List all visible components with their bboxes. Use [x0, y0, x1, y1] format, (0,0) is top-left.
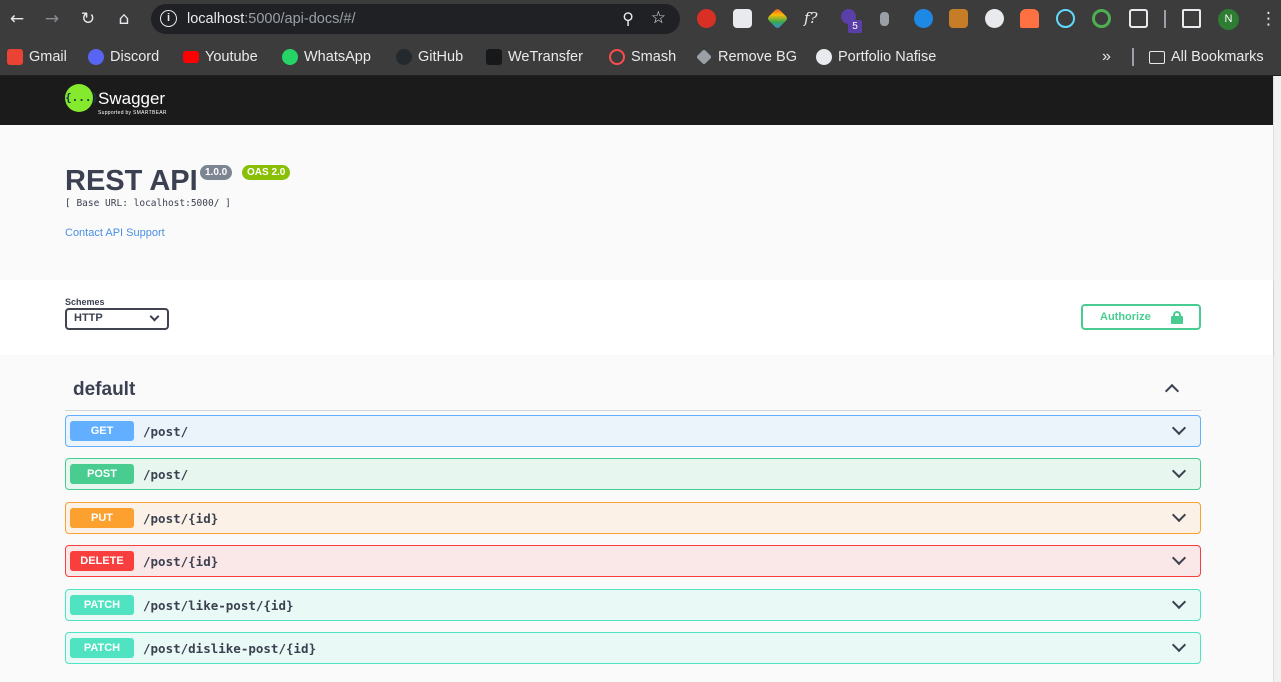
remove-bg-icon — [696, 49, 712, 65]
bookmark-portfolio[interactable]: Portfolio Nafise — [816, 47, 936, 67]
swagger-logo-icon: {...} — [65, 84, 98, 112]
bookmark-youtube[interactable]: Youtube — [183, 47, 258, 67]
toolbar-divider — [1164, 10, 1166, 28]
lock-icon — [1171, 311, 1183, 324]
react-devtools-icon[interactable] — [1056, 9, 1075, 28]
method-badge: PATCH — [70, 595, 134, 615]
schemes-section: Schemes HTTP Authorize — [0, 280, 1273, 355]
operation-path: /post/{id} — [143, 554, 219, 569]
oas-badge: OAS 2.0 — [242, 165, 291, 180]
swagger-topbar: {...} Swagger Supported by SMARTBEAR — [0, 76, 1273, 125]
extension-icon-orange[interactable] — [949, 9, 968, 28]
bookmark-gmail[interactable]: Gmail — [7, 47, 67, 67]
bookmarks-overflow-icon[interactable]: » — [1102, 47, 1111, 67]
smash-icon — [609, 49, 625, 65]
operation-path: /post/ — [143, 467, 189, 482]
opblock-patch-like-post[interactable]: PATCH /post/like-post/{id} — [65, 589, 1201, 621]
bookmark-github[interactable]: GitHub — [396, 47, 463, 67]
bookmark-remove-bg[interactable]: Remove BG — [696, 47, 797, 67]
reload-icon[interactable]: ↻ — [78, 9, 98, 29]
tag-header-default[interactable]: default — [65, 369, 1201, 411]
extension-icon-ruby[interactable] — [1020, 9, 1039, 28]
extension-icon-white[interactable] — [985, 9, 1004, 28]
back-icon[interactable]: ← — [7, 9, 27, 29]
github-icon — [396, 49, 412, 65]
site-info-icon[interactable]: i — [160, 10, 177, 27]
base-url: [ Base URL: localhost:5000/ ] — [65, 198, 231, 209]
opblock-patch-dislike-post[interactable]: PATCH /post/dislike-post/{id} — [65, 632, 1201, 664]
bookmark-discord[interactable]: Discord — [88, 47, 159, 67]
chevron-down-icon[interactable] — [1171, 420, 1187, 436]
extension-icon-green-ring[interactable] — [1092, 9, 1111, 28]
authorize-button[interactable]: Authorize — [1081, 304, 1201, 330]
opblock-delete-post-id[interactable]: DELETE /post/{id} — [65, 545, 1201, 577]
api-info-section: REST API 1.0.0 OAS 2.0 [ Base URL: local… — [0, 125, 1273, 280]
whatsapp-icon — [282, 49, 298, 65]
opblock-put-post-id[interactable]: PUT /post/{id} — [65, 502, 1201, 534]
operation-path: /post/{id} — [143, 511, 219, 526]
operation-path: /post/ — [143, 424, 189, 439]
extension-icon-grey[interactable] — [880, 12, 889, 26]
chevron-up-icon[interactable] — [1164, 383, 1180, 399]
extension-icon-drawio[interactable] — [733, 9, 752, 28]
discord-icon — [88, 49, 104, 65]
opblock-get-post[interactable]: GET /post/ — [65, 415, 1201, 447]
swagger-logo-subtitle: Supported by SMARTBEAR — [98, 110, 167, 116]
chevron-down-icon[interactable] — [1171, 463, 1187, 479]
swagger-logo-text: Swagger — [98, 88, 166, 108]
url-text[interactable]: localhost:5000/api-docs/#/ — [187, 11, 355, 27]
scheme-selected-value: HTTP — [74, 312, 103, 324]
operation-path: /post/like-post/{id} — [143, 598, 294, 613]
bookmarks-bar: Gmail Discord Youtube WhatsApp GitHub We… — [0, 38, 1281, 76]
globe-icon — [816, 49, 832, 65]
chevron-down-icon[interactable] — [1171, 594, 1187, 610]
api-title: REST API — [65, 165, 198, 197]
scheme-select[interactable]: HTTP — [65, 308, 169, 330]
method-badge: PUT — [70, 508, 134, 528]
gmail-icon — [7, 49, 23, 65]
extension-badge: 5 — [848, 20, 862, 33]
swagger-logo[interactable]: {...} Swagger Supported by SMARTBEAR — [65, 84, 166, 116]
version-badge: 1.0.0 — [200, 165, 233, 180]
wetransfer-icon — [486, 49, 502, 65]
extensions-puzzle-icon[interactable] — [1129, 9, 1148, 28]
zoom-icon[interactable]: ⚲ — [622, 9, 634, 28]
browser-menu-icon[interactable]: ⋮ — [1260, 9, 1277, 29]
bookmarks-divider — [1132, 48, 1134, 66]
bookmark-smash[interactable]: Smash — [609, 47, 676, 67]
tag-name: default — [73, 379, 136, 400]
home-icon[interactable]: ⌂ — [114, 9, 134, 29]
bookmark-wetransfer[interactable]: WeTransfer — [486, 47, 583, 67]
extension-icon-colorpicker[interactable] — [766, 7, 789, 30]
authorize-label: Authorize — [1100, 311, 1151, 323]
schemes-label: Schemes — [65, 297, 105, 307]
forward-icon[interactable]: → — [42, 9, 62, 29]
page-scrollbar[interactable] — [1273, 76, 1281, 682]
method-badge: DELETE — [70, 551, 134, 571]
chevron-down-icon[interactable] — [1171, 507, 1187, 523]
extension-icon-blue[interactable] — [914, 9, 933, 28]
address-bar[interactable]: i localhost:5000/api-docs/#/ ⚲ ☆ — [151, 4, 680, 34]
extension-icon-fontfinder[interactable]: f? — [804, 9, 823, 28]
chevron-down-icon[interactable] — [1171, 637, 1187, 653]
chevron-down-icon[interactable] — [1171, 550, 1187, 566]
contact-link[interactable]: Contact API Support — [65, 227, 165, 239]
youtube-icon — [183, 51, 199, 63]
method-badge: PATCH — [70, 638, 134, 658]
opblock-post-post[interactable]: POST /post/ — [65, 458, 1201, 490]
chevron-down-icon — [149, 311, 160, 322]
profile-avatar[interactable]: N — [1218, 9, 1239, 30]
method-badge: POST — [70, 464, 134, 484]
bookmark-star-icon[interactable]: ☆ — [651, 8, 666, 28]
folder-icon — [1149, 50, 1165, 64]
extension-icon-adblock[interactable] — [697, 9, 716, 28]
browser-toolbar: ← → ↻ ⌂ i localhost:5000/api-docs/#/ ⚲ ☆… — [0, 0, 1281, 38]
operation-path: /post/dislike-post/{id} — [143, 641, 317, 656]
bookmark-whatsapp[interactable]: WhatsApp — [282, 47, 371, 67]
all-bookmarks-button[interactable]: All Bookmarks — [1149, 47, 1264, 67]
side-panel-icon[interactable] — [1182, 9, 1201, 28]
method-badge: GET — [70, 421, 134, 441]
